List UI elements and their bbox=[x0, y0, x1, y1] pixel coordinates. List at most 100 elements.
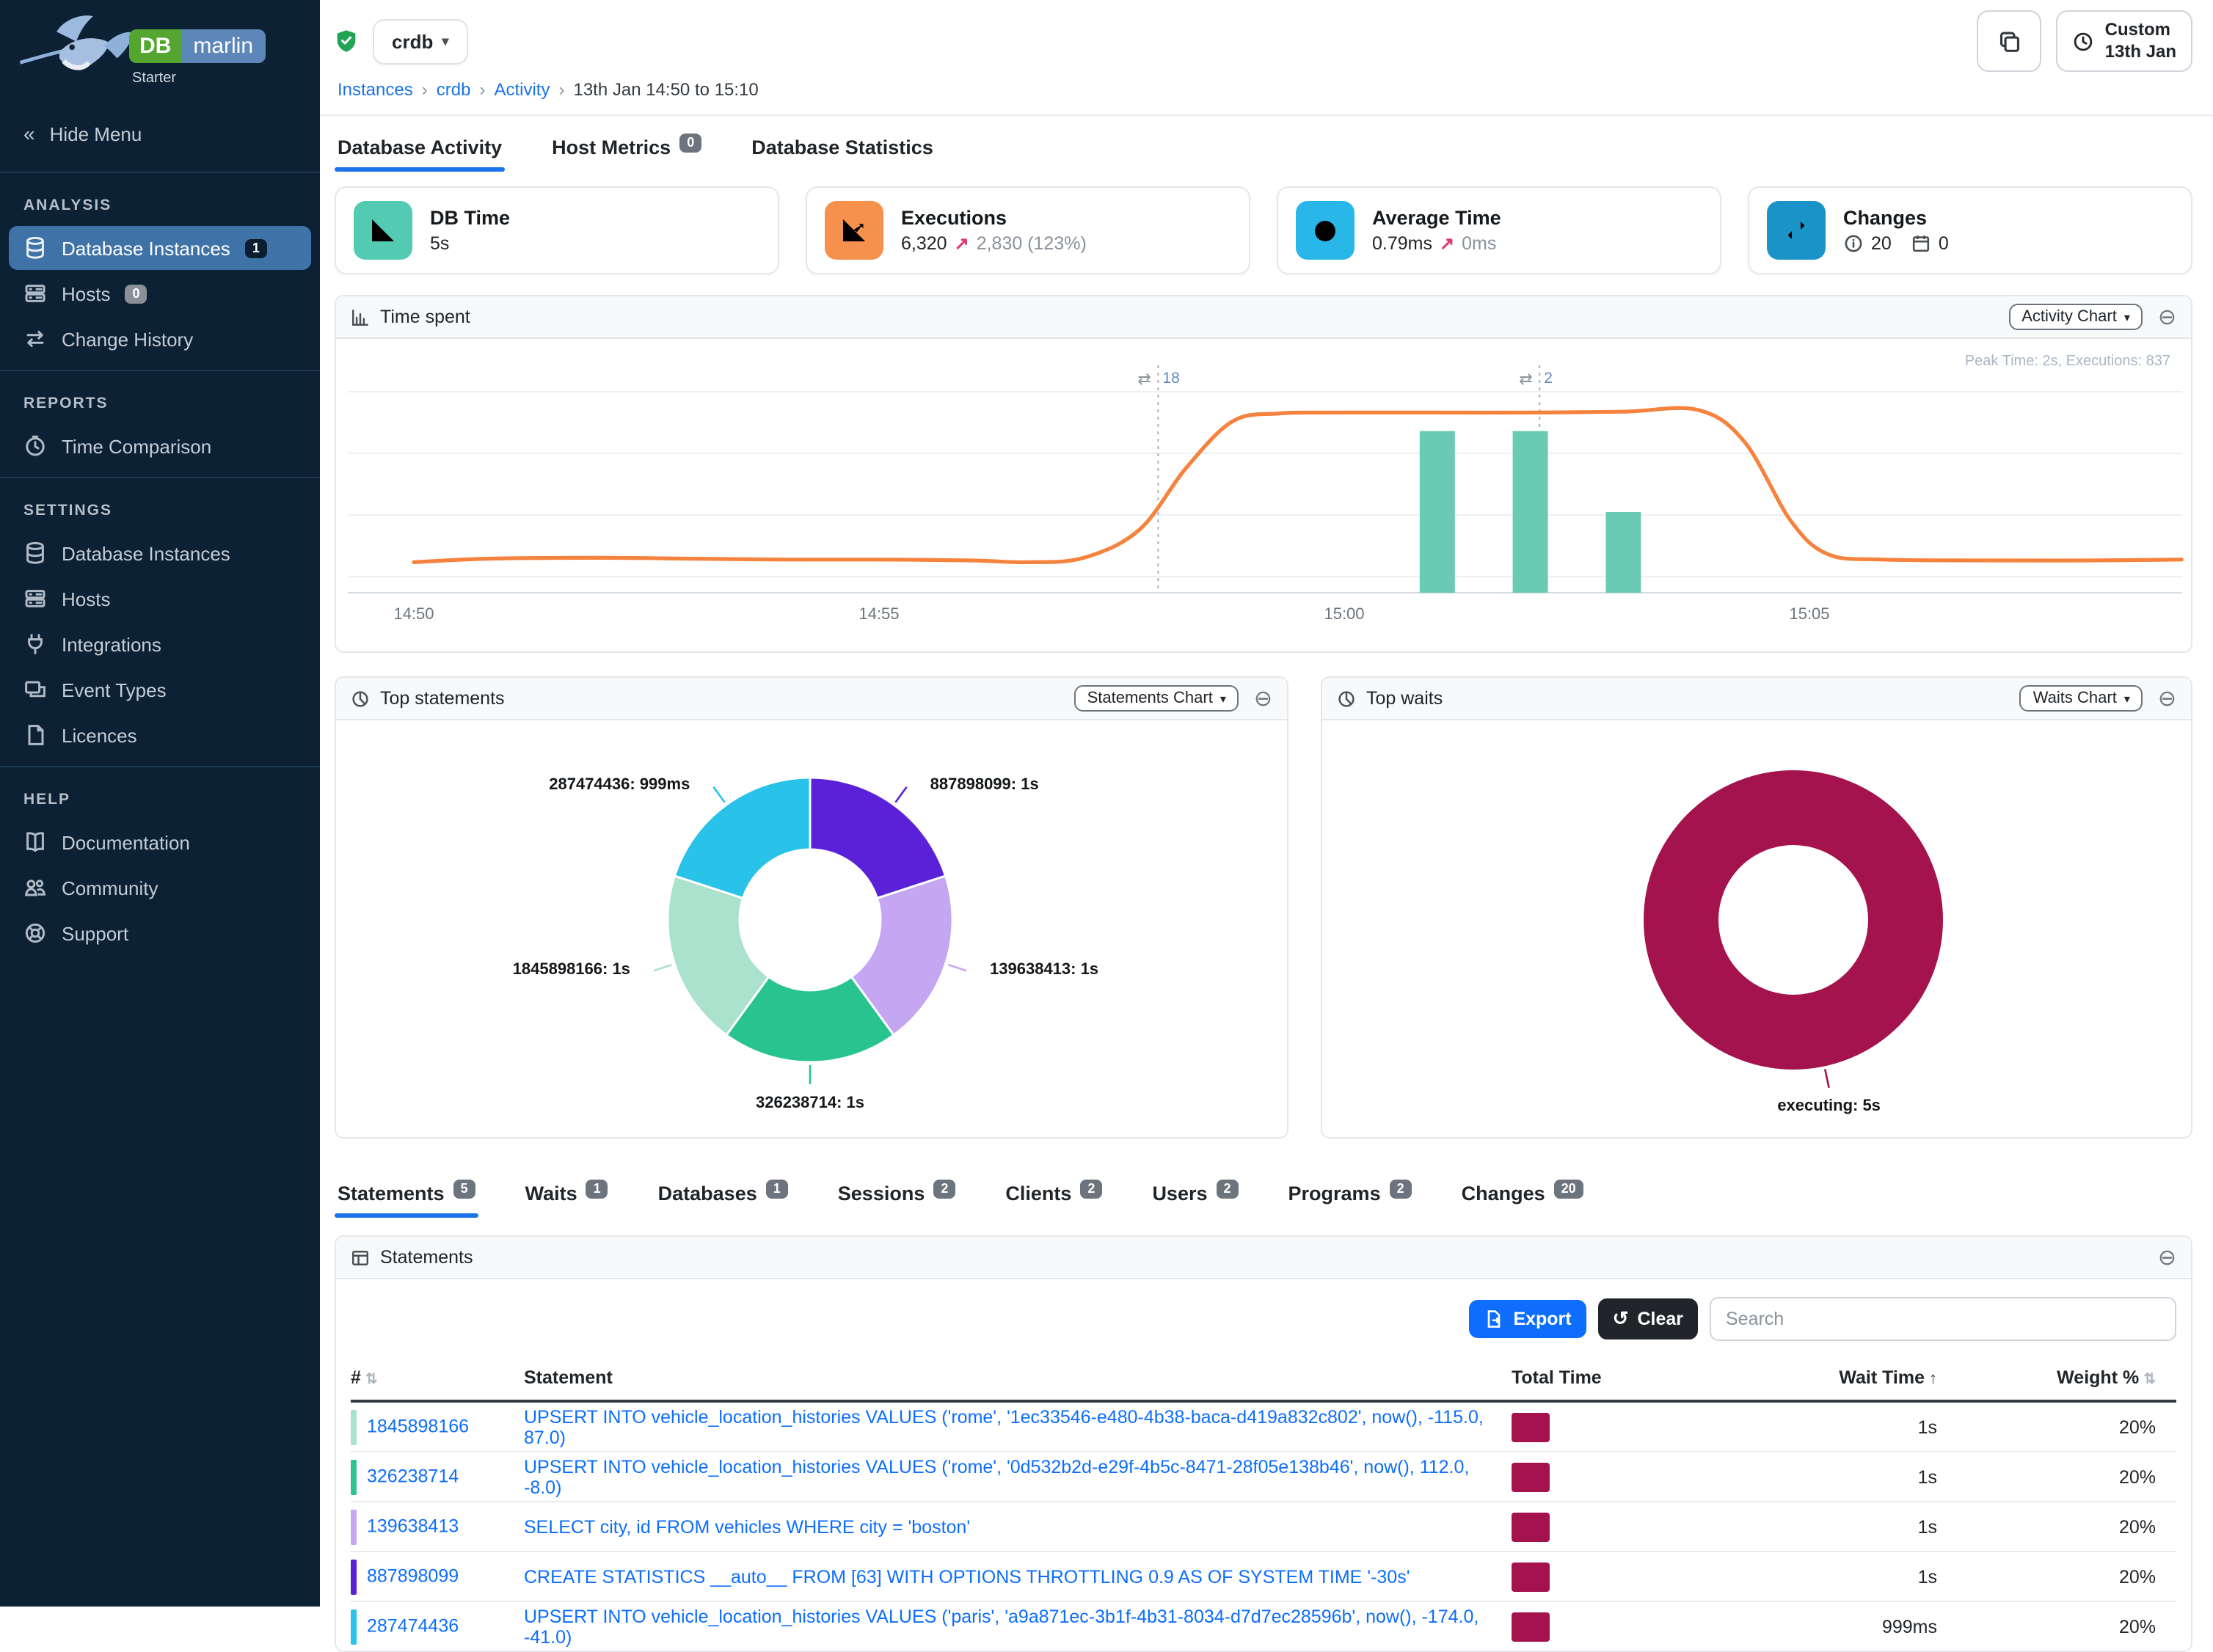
sidebar-item-community[interactable]: Community bbox=[9, 866, 311, 910]
statement-id-cell: 887898099 bbox=[351, 1552, 524, 1601]
detail-tab-databases[interactable]: Databases1 bbox=[655, 1177, 791, 1218]
statement-cell: UPSERT INTO vehicle_location_histories V… bbox=[524, 1601, 1512, 1651]
statement-id-cell: 139638413 bbox=[351, 1502, 524, 1552]
hide-menu-button[interactable]: « Hide Menu bbox=[0, 104, 320, 163]
column-header-[interactable]: #⇅ bbox=[351, 1356, 524, 1401]
tab-badge: 1 bbox=[766, 1180, 788, 1199]
sidebar-section-title: ANALYSIS bbox=[23, 197, 296, 214]
donut-chart bbox=[1322, 720, 2191, 1137]
statement-link[interactable]: CREATE STATISTICS __auto__ FROM [63] WIT… bbox=[524, 1566, 1410, 1587]
clear-button[interactable]: ↺ Clear bbox=[1598, 1298, 1698, 1339]
total-time-cell bbox=[1512, 1552, 1732, 1601]
detail-tab-sessions[interactable]: Sessions2 bbox=[835, 1177, 959, 1218]
tab-label: Statements bbox=[338, 1183, 445, 1205]
metric-count: 20 bbox=[1871, 233, 1892, 254]
breadcrumb-13th-jan-14-50-to-15-10: 13th Jan 14:50 to 15:10 bbox=[573, 79, 758, 100]
time-range-button[interactable]: Custom 13th Jan bbox=[2057, 10, 2192, 72]
table-row: 887898099 CREATE STATISTICS __auto__ FROM… bbox=[351, 1552, 2176, 1601]
sidebar-item-licences[interactable]: Licences bbox=[9, 713, 311, 757]
instance-selector[interactable]: crdb ▾ bbox=[373, 18, 467, 64]
export-button[interactable]: Export bbox=[1469, 1300, 1586, 1338]
time-spent-panel: Time spent Activity Chart ▾ ⊖ Peak Time:… bbox=[335, 295, 2192, 653]
statement-id-link[interactable]: 887898099 bbox=[367, 1565, 459, 1586]
metric-cards: DB Time5s Executions6,320↗2,830 (123%) Ave… bbox=[335, 186, 2192, 274]
activity-chart-dropdown[interactable]: Activity Chart ▾ bbox=[2008, 304, 2143, 330]
search-input[interactable] bbox=[1710, 1297, 2176, 1341]
statement-id-link[interactable]: 1845898166 bbox=[367, 1416, 469, 1436]
metric-card-body: DB Time5s bbox=[430, 207, 510, 254]
statement-link[interactable]: UPSERT INTO vehicle_location_histories V… bbox=[524, 1456, 1469, 1497]
detail-tab-changes[interactable]: Changes20 bbox=[1459, 1177, 1586, 1218]
copy-link-button[interactable] bbox=[1977, 10, 2042, 72]
tab-host-metrics[interactable]: Host Metrics0 bbox=[549, 131, 704, 172]
detail-tab-waits[interactable]: Waits1 bbox=[522, 1177, 611, 1218]
breadcrumb-instances[interactable]: Instances bbox=[338, 79, 413, 100]
sidebar-item-database-instances[interactable]: Database Instances1 bbox=[9, 226, 311, 270]
sidebar-item-label: Hosts bbox=[62, 588, 110, 610]
tab-badge: 1 bbox=[586, 1180, 608, 1199]
sort-icon: ⇅ bbox=[2143, 1372, 2156, 1388]
metric-value: 5s bbox=[430, 233, 449, 254]
statement-id-link[interactable]: 139638413 bbox=[367, 1516, 459, 1536]
table-icon bbox=[351, 1248, 370, 1267]
statement-link[interactable]: SELECT city, id FROM vehicles WHERE city… bbox=[524, 1516, 970, 1537]
tab-label: Sessions bbox=[838, 1183, 925, 1205]
docs-icon bbox=[23, 830, 47, 854]
export-icon bbox=[1484, 1309, 1504, 1329]
metric-card-average-time: Average Time0.79ms↗0ms bbox=[1277, 186, 1721, 274]
tab-database-activity[interactable]: Database Activity bbox=[335, 131, 505, 172]
column-header-wait-time[interactable]: Wait Time↑ bbox=[1732, 1356, 1937, 1401]
donut-label: 887898099: 1s bbox=[930, 777, 1039, 794]
waits-chart-dropdown[interactable]: Waits Chart ▾ bbox=[2020, 685, 2143, 712]
collapse-panel-icon[interactable]: ⊖ bbox=[2158, 306, 2176, 328]
breadcrumb: Instances›crdb›Activity›13th Jan 14:50 t… bbox=[338, 79, 2192, 100]
sidebar-item-database-instances[interactable]: Database Instances bbox=[9, 531, 311, 575]
svg-text:14:55: 14:55 bbox=[858, 604, 899, 623]
metric-value-row: 5s bbox=[430, 233, 510, 254]
detail-tab-clients[interactable]: Clients2 bbox=[1002, 1177, 1105, 1218]
sidebar-item-hosts[interactable]: Hosts0 bbox=[9, 271, 311, 315]
brand-logo: DB marlin Starter bbox=[0, 0, 320, 104]
column-label: # bbox=[351, 1367, 361, 1388]
server-icon bbox=[23, 282, 47, 305]
statement-color-bar bbox=[351, 1609, 357, 1644]
sidebar-item-label: Integrations bbox=[62, 633, 161, 655]
statement-link[interactable]: UPSERT INTO vehicle_location_histories V… bbox=[524, 1606, 1479, 1647]
statements-chart-dropdown[interactable]: Statements Chart ▾ bbox=[1074, 685, 1239, 712]
collapse-panel-icon[interactable]: ⊖ bbox=[2158, 1246, 2176, 1268]
sidebar-item-label: Database Instances bbox=[62, 542, 230, 564]
sidebar-item-integrations[interactable]: Integrations bbox=[9, 622, 311, 666]
sidebar-item-hosts[interactable]: Hosts bbox=[9, 577, 311, 621]
breadcrumb-crdb[interactable]: crdb bbox=[437, 79, 471, 100]
collapse-panel-icon[interactable]: ⊖ bbox=[2158, 687, 2176, 709]
weight-cell: 20% bbox=[1937, 1552, 2176, 1601]
detail-tab-statements[interactable]: Statements5 bbox=[335, 1177, 478, 1218]
column-header-weight[interactable]: Weight %⇅ bbox=[1937, 1356, 2176, 1401]
sidebar-item-documentation[interactable]: Documentation bbox=[9, 820, 311, 864]
sidebar-item-support[interactable]: Support bbox=[9, 911, 311, 955]
sidebar-item-change-history[interactable]: Change History bbox=[9, 317, 311, 361]
column-header-statement[interactable]: Statement bbox=[524, 1356, 1512, 1401]
dbmarlin-app: DB marlin Starter « Hide Menu ANALYSIS Da… bbox=[0, 0, 2213, 1607]
statement-link[interactable]: UPSERT INTO vehicle_location_histories V… bbox=[524, 1406, 1484, 1447]
time-spent-chart: 14:5014:5515:0015:05⇄18⇄2 bbox=[336, 342, 2194, 644]
tab-database-statistics[interactable]: Database Statistics bbox=[748, 131, 936, 172]
metric-card-executions: Executions6,320↗2,830 (123%) bbox=[806, 186, 1250, 274]
statement-id-link[interactable]: 287474436 bbox=[367, 1615, 459, 1636]
detail-tab-users[interactable]: Users2 bbox=[1149, 1177, 1241, 1218]
clock-icon bbox=[1296, 201, 1355, 260]
detail-tab-programs[interactable]: Programs2 bbox=[1286, 1177, 1415, 1218]
total-time-cell bbox=[1512, 1452, 1732, 1502]
column-header-total-time[interactable]: Total Time bbox=[1512, 1356, 1732, 1401]
breadcrumb-activity[interactable]: Activity bbox=[494, 79, 550, 100]
chartLine-icon bbox=[825, 201, 883, 260]
collapse-panel-icon[interactable]: ⊖ bbox=[1254, 687, 1272, 709]
weight-cell: 20% bbox=[1937, 1601, 2176, 1651]
statement-id-link[interactable]: 326238714 bbox=[367, 1466, 459, 1486]
community-icon bbox=[23, 876, 47, 899]
sidebar-section-title: SETTINGS bbox=[23, 502, 296, 519]
sidebar-item-event-types[interactable]: Event Types bbox=[9, 668, 311, 712]
sidebar-item-time-comparison[interactable]: Time Comparison bbox=[9, 424, 311, 468]
statement-color-bar bbox=[351, 1509, 357, 1544]
database-icon bbox=[23, 236, 47, 260]
